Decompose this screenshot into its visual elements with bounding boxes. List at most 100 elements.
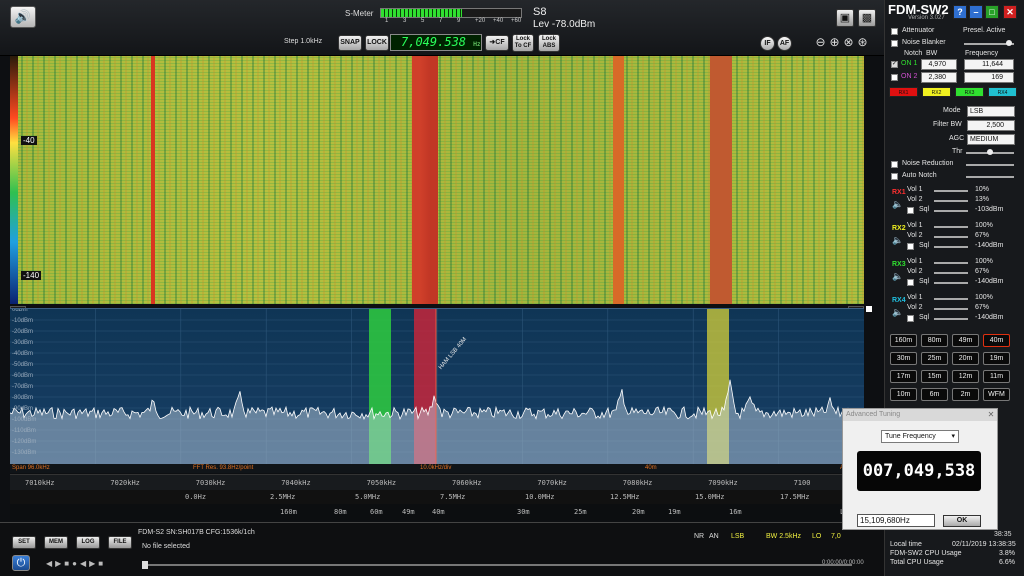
sql-slider[interactable] — [934, 246, 968, 248]
frequency-display[interactable]: 7,049.538 Hz — [390, 34, 482, 51]
rx-tab-1[interactable]: RX1 — [889, 87, 918, 97]
band-button-2m[interactable]: 2m — [952, 388, 979, 401]
notch2-bw[interactable]: 2,380 — [921, 72, 957, 83]
mode-dropdown[interactable]: LSB — [967, 106, 1015, 117]
band-button-20m[interactable]: 20m — [952, 352, 979, 365]
close-icon[interactable]: ✕ — [1003, 5, 1017, 19]
vol2-slider[interactable] — [934, 236, 968, 238]
auto-notch-checkbox[interactable] — [891, 173, 898, 180]
band-button-80m[interactable]: 80m — [921, 334, 948, 347]
vol1-slider[interactable] — [934, 190, 968, 192]
set-button[interactable]: SET — [12, 536, 36, 549]
waterfall-color-scale[interactable] — [10, 56, 18, 304]
lock-button[interactable]: LOCK — [365, 35, 389, 51]
waterfall-display[interactable] — [10, 56, 864, 304]
band-button-10m[interactable]: 10m — [890, 388, 917, 401]
if-button[interactable]: IF — [760, 36, 775, 51]
band-button-25m[interactable]: 25m — [921, 352, 948, 365]
playback-thumb[interactable] — [142, 561, 148, 569]
sql-checkbox[interactable] — [907, 279, 914, 286]
band-button-160m[interactable]: 160m — [890, 334, 917, 347]
vol2-slider[interactable] — [934, 272, 968, 274]
tune-mode-dropdown[interactable]: Tune Frequency ▾ — [881, 430, 959, 443]
sql-slider[interactable] — [934, 282, 968, 284]
band-button-49m[interactable]: 49m — [952, 334, 979, 347]
band-button-11m[interactable]: 11m — [983, 370, 1010, 383]
playback-controls[interactable]: ◀▶■●◀▶■ — [46, 559, 106, 568]
rx-tab-3[interactable]: RX3 — [955, 87, 984, 97]
vol2-label: Vol 2 — [907, 304, 923, 311]
attenuator-checkbox[interactable] — [891, 28, 898, 35]
band-button-WFM[interactable]: WFM — [983, 388, 1010, 401]
lock-to-cf-button[interactable]: Lock To CF — [512, 34, 534, 52]
vol2-slider[interactable] — [934, 308, 968, 310]
band-button-15m[interactable]: 15m — [921, 370, 948, 383]
zoom-fit-icon[interactable]: ⊛ — [856, 36, 869, 49]
frequency-tick: 7060kHz — [452, 479, 482, 487]
lo-value: 7,0 — [831, 533, 841, 540]
notch1-freq[interactable]: 11,644 — [964, 59, 1014, 70]
noise-reduction-slider[interactable] — [966, 164, 1014, 166]
thr-knob[interactable] — [987, 149, 993, 155]
zoom-in-icon[interactable]: ⊕ — [828, 36, 841, 49]
sql-checkbox[interactable] — [907, 315, 914, 322]
power-icon[interactable]: ⏻ — [12, 555, 30, 571]
screenshot-icon[interactable]: ▩ — [858, 9, 876, 27]
speaker-icon[interactable]: 🔈 — [892, 307, 903, 318]
log-button[interactable]: LOG — [76, 536, 100, 549]
speaker-icon[interactable]: 🔈 — [892, 235, 903, 246]
noise-blanker-knob[interactable] — [1006, 40, 1012, 46]
dialog-close-icon[interactable]: ✕ — [986, 410, 996, 420]
to-cf-button[interactable]: ➜CF — [485, 35, 509, 51]
filter-bw-input[interactable]: 2,500 — [967, 120, 1015, 131]
band-button-19m[interactable]: 19m — [983, 352, 1010, 365]
record-icon[interactable]: ▣ — [836, 9, 854, 27]
band-button-6m[interactable]: 6m — [921, 388, 948, 401]
playback-track[interactable] — [142, 564, 852, 566]
minimize-icon[interactable]: – — [969, 5, 983, 19]
auto-notch-slider[interactable] — [966, 176, 1014, 178]
mhz-scale[interactable]: 0.0Hz 2.5MHz 5.0MHz 7.5MHz 10.0MHz 12.5MHz 15.… — [10, 490, 864, 504]
band-button-17m[interactable]: 17m — [890, 370, 917, 383]
rx-tab-4[interactable]: RX4 — [988, 87, 1017, 97]
notch1-bw[interactable]: 4,970 — [921, 59, 957, 70]
file-button[interactable]: FILE — [108, 536, 132, 549]
notch2-checkbox[interactable] — [891, 74, 898, 81]
vol1-slider[interactable] — [934, 262, 968, 264]
tune-frequency-display[interactable]: 007,049,538 — [857, 451, 981, 491]
sql-slider[interactable] — [934, 210, 968, 212]
band-button-40m[interactable]: 40m — [983, 334, 1010, 347]
tune-frequency-input[interactable]: 15,109,680Hz — [857, 514, 935, 527]
agc-dropdown[interactable]: MEDIUM — [967, 134, 1015, 145]
notch2-freq[interactable]: 169 — [964, 72, 1014, 83]
frequency-scale[interactable]: 7010kHz 7020kHz 7030kHz 7040kHz 7050kHz 7060k… — [10, 474, 864, 490]
notch1-checkbox[interactable]: ✓ — [891, 61, 898, 68]
speaker-icon[interactable]: 🔊 — [10, 6, 36, 28]
noise-blanker-checkbox[interactable] — [891, 40, 898, 47]
band-button-12m[interactable]: 12m — [952, 370, 979, 383]
vol1-slider[interactable] — [934, 226, 968, 228]
sql-checkbox[interactable] — [907, 243, 914, 250]
spectrum-display[interactable]: 0dBm -10dBm -20dBm -30dBm -40dBm -50dBm -60dBm… — [10, 308, 864, 464]
vol2-slider[interactable] — [934, 200, 968, 202]
scroll-thumb[interactable] — [866, 306, 872, 312]
band-button-30m[interactable]: 30m — [890, 352, 917, 365]
speaker-icon[interactable]: 🔈 — [892, 271, 903, 282]
mem-button[interactable]: MEM — [44, 536, 68, 549]
maximize-icon[interactable]: □ — [985, 5, 999, 19]
band-scale[interactable]: 160m80m60m49m40m30m25m20m19m16mLO — [10, 504, 864, 520]
help-icon[interactable]: ? — [953, 5, 967, 19]
zoom-out-icon[interactable]: ⊖ — [814, 36, 827, 49]
zoom-reset-icon[interactable]: ⊗ — [842, 36, 855, 49]
snap-button[interactable]: SNAP — [338, 35, 362, 51]
notch2-label: ON 2 — [901, 73, 918, 80]
speaker-icon[interactable]: 🔈 — [892, 199, 903, 210]
sql-checkbox[interactable] — [907, 207, 914, 214]
noise-reduction-checkbox[interactable] — [891, 161, 898, 168]
ok-button[interactable]: OK — [943, 515, 981, 527]
vol1-slider[interactable] — [934, 298, 968, 300]
lock-abs-button[interactable]: Lock ABS — [538, 34, 560, 52]
sql-slider[interactable] — [934, 318, 968, 320]
rx-tab-2[interactable]: RX2 — [922, 87, 951, 97]
af-button[interactable]: AF — [777, 36, 792, 51]
